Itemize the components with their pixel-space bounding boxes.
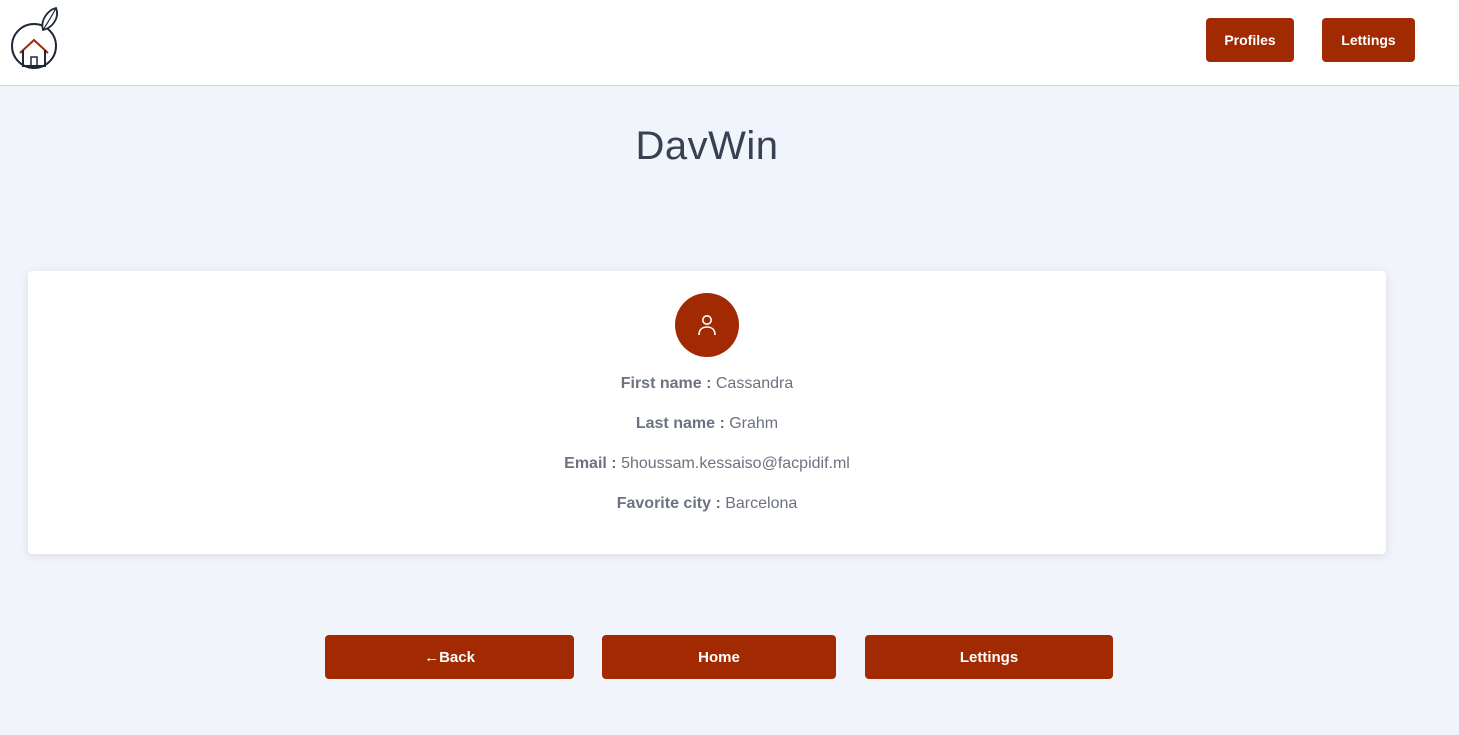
last-name-label: Last name :: [635, 415, 725, 432]
first-name-value: Cassandra: [715, 375, 794, 392]
nav-profiles-button[interactable]: Profiles: [1206, 18, 1294, 62]
favorite-city-field: Favorite city : Barcelona: [28, 495, 1386, 513]
user-icon: [675, 293, 739, 357]
favorite-city-value: Barcelona: [725, 495, 798, 512]
lettings-button[interactable]: Lettings: [865, 635, 1113, 679]
profile-card: First name : Cassandra Last name : Grahm…: [28, 271, 1386, 554]
back-button[interactable]: ←Back: [325, 635, 574, 679]
first-name-label: First name :: [620, 375, 712, 392]
email-value: 5houssam.kessaiso@facpidif.ml: [621, 455, 850, 472]
email-field: Email : 5houssam.kessaiso@facpidif.ml: [28, 455, 1386, 473]
favorite-city-label: Favorite city :: [616, 495, 721, 512]
last-name-value: Grahm: [729, 415, 779, 432]
page-title: DavWin: [635, 124, 779, 168]
last-name-field: Last name : Grahm: [28, 415, 1386, 433]
email-label: Email :: [564, 455, 617, 472]
nav-lettings-button[interactable]: Lettings: [1322, 18, 1415, 62]
top-navigation-bar: Profiles Lettings: [0, 0, 1459, 86]
house-orange-logo-icon[interactable]: [10, 6, 62, 76]
first-name-field: First name : Cassandra: [28, 375, 1386, 393]
home-button[interactable]: Home: [602, 635, 836, 679]
